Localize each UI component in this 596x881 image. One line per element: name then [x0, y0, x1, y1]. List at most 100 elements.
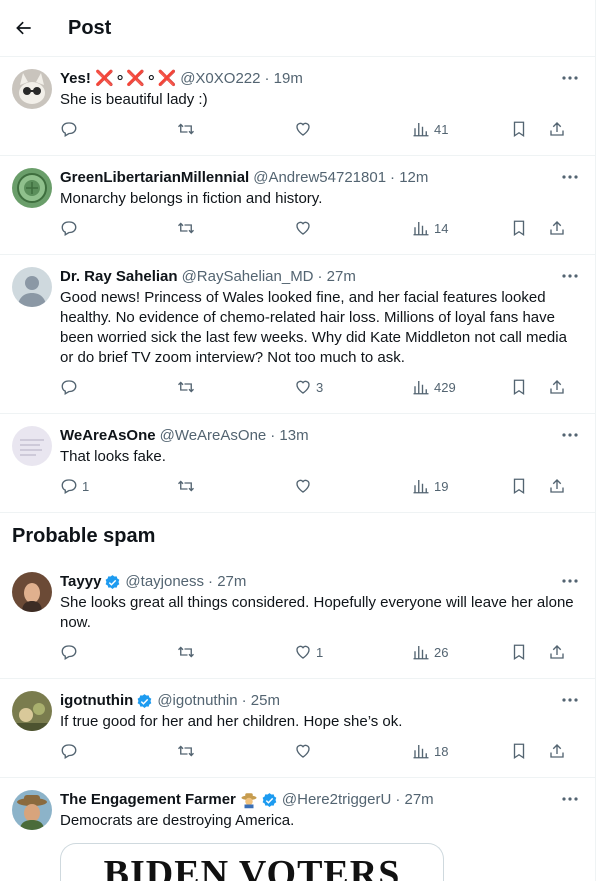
views-button[interactable]: 26 [412, 643, 448, 661]
share-button[interactable] [548, 477, 566, 495]
repost-button[interactable] [176, 477, 200, 495]
views-button[interactable]: 14 [412, 219, 448, 237]
like-button[interactable] [294, 120, 316, 138]
like-button[interactable]: 1 [294, 643, 323, 661]
like-button[interactable] [294, 477, 316, 495]
more-options-button[interactable] [560, 792, 580, 806]
bookmark-button[interactable] [510, 643, 528, 661]
bookmark-button[interactable] [510, 120, 528, 138]
like-button[interactable]: 3 [294, 378, 323, 396]
page-header: Post [0, 0, 596, 57]
share-button[interactable] [548, 120, 566, 138]
repost-button[interactable] [176, 219, 200, 237]
tweet-media-image[interactable]: BIDEN VOTERS [60, 843, 444, 881]
farmer-emoji-icon [240, 791, 258, 809]
reply-button[interactable] [60, 378, 82, 396]
timestamp[interactable]: · 25m [242, 691, 280, 711]
reply-icon [61, 479, 77, 494]
heart-icon [296, 479, 310, 493]
more-dots-icon [562, 797, 578, 801]
timestamp[interactable]: · 13m [270, 426, 308, 446]
reply-tweet[interactable]: Yes! ❌⚬❌⚬❌ @X0XO222 · 19m She is beautif… [0, 57, 596, 156]
repost-icon [178, 646, 194, 658]
reply-button[interactable] [60, 120, 82, 138]
avatar[interactable] [12, 69, 52, 109]
avatar[interactable] [12, 572, 52, 612]
author-handle[interactable]: @Andrew54721801 [253, 168, 386, 188]
share-button[interactable] [548, 378, 566, 396]
reply-tweet[interactable]: The Engagement Farmer @Here2triggerU · 2… [0, 778, 596, 881]
bookmark-button[interactable] [510, 742, 528, 760]
tweet-text: That looks fake. [60, 448, 166, 465]
views-button[interactable]: 19 [412, 477, 448, 495]
author-name[interactable]: Tayyy [60, 572, 101, 592]
reply-tweet[interactable]: WeAreAsOne @WeAreAsOne · 13m That looks … [0, 414, 596, 513]
views-button[interactable]: 18 [412, 742, 448, 760]
reply-tweet[interactable]: Dr. Ray Sahelian @RaySahelian_MD · 27m G… [0, 255, 596, 414]
avatar[interactable] [12, 168, 52, 208]
timestamp[interactable]: · 27m [318, 267, 356, 287]
repost-button[interactable] [176, 742, 200, 760]
views-button[interactable]: 41 [412, 120, 448, 138]
share-button[interactable] [548, 742, 566, 760]
bookmark-button[interactable] [510, 219, 528, 237]
bookmark-button[interactable] [510, 477, 528, 495]
timestamp[interactable]: · 12m [390, 168, 428, 188]
avatar[interactable] [12, 790, 52, 830]
author-handle[interactable]: @RaySahelian_MD [182, 267, 314, 287]
more-options-button[interactable] [560, 574, 580, 588]
author-name[interactable]: Yes! ❌⚬❌⚬❌ [60, 69, 176, 89]
share-button[interactable] [548, 219, 566, 237]
author-handle[interactable]: @X0XO222 [180, 69, 260, 89]
repost-button[interactable] [176, 378, 200, 396]
heart-icon [296, 380, 310, 394]
avatar[interactable] [12, 267, 52, 307]
author-handle[interactable]: @igotnuthin [157, 691, 237, 711]
reply-tweet[interactable]: Tayyy @tayjoness · 27m She looks great a… [0, 560, 596, 679]
like-button[interactable] [294, 219, 316, 237]
reply-icon [61, 122, 77, 137]
author-handle[interactable]: @WeAreAsOne [160, 426, 267, 446]
heart-icon [296, 122, 310, 136]
more-options-button[interactable] [560, 269, 580, 283]
reply-button[interactable] [60, 643, 82, 661]
bookmark-button[interactable] [510, 378, 528, 396]
more-options-button[interactable] [560, 428, 580, 442]
timestamp[interactable]: · 27m [395, 790, 433, 810]
reply-button[interactable]: 1 [60, 477, 89, 495]
author-name[interactable]: GreenLibertarianMillennial [60, 168, 249, 188]
reply-tweet[interactable]: igotnuthin @igotnuthin · 25m If true goo… [0, 679, 596, 778]
more-dots-icon [562, 274, 578, 278]
share-icon [550, 744, 564, 758]
views-button[interactable]: 429 [412, 378, 456, 396]
more-options-button[interactable] [560, 693, 580, 707]
repost-button[interactable] [176, 120, 200, 138]
avatar[interactable] [12, 426, 52, 466]
author-handle[interactable]: @tayjoness [125, 572, 204, 592]
tweet-meta: The Engagement Farmer @Here2triggerU · 2… [60, 790, 580, 810]
like-button[interactable] [294, 742, 316, 760]
reply-icon [61, 645, 77, 660]
author-name[interactable]: igotnuthin [60, 691, 133, 711]
reply-tweet[interactable]: GreenLibertarianMillennial @Andrew547218… [0, 156, 596, 255]
reply-icon [61, 380, 77, 395]
back-button[interactable] [12, 16, 36, 40]
timestamp[interactable]: · 27m [208, 572, 246, 592]
author-handle[interactable]: @Here2triggerU [282, 790, 391, 810]
like-count: 1 [316, 644, 324, 660]
reply-button[interactable] [60, 219, 82, 237]
reply-count: 1 [82, 478, 90, 494]
author-name[interactable]: The Engagement Farmer [60, 790, 236, 810]
repost-button[interactable] [176, 643, 200, 661]
more-options-button[interactable] [560, 170, 580, 184]
bookmark-icon [513, 644, 525, 661]
timestamp[interactable]: · 19m [264, 69, 302, 89]
share-button[interactable] [548, 643, 566, 661]
author-name[interactable]: WeAreAsOne [60, 426, 156, 446]
author-name[interactable]: Dr. Ray Sahelian [60, 267, 178, 287]
tweet-actions: 1 19 [60, 467, 580, 511]
more-options-button[interactable] [560, 71, 580, 85]
reply-button[interactable] [60, 742, 82, 760]
verified-badge-icon [261, 792, 278, 809]
avatar[interactable] [12, 691, 52, 731]
